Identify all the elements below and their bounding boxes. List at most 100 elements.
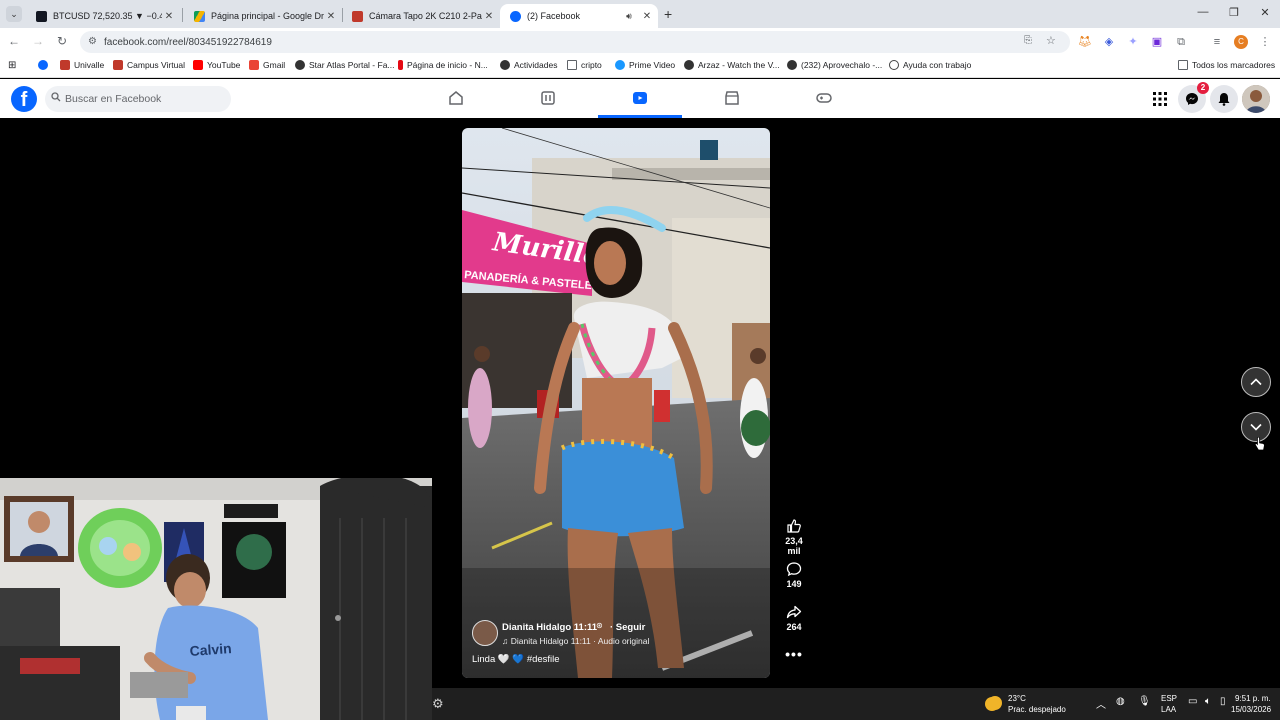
network-icon[interactable]: ▭ [1188, 696, 1197, 707]
more-options-icon[interactable]: ••• [778, 646, 810, 662]
reel-video-frame: Murillo PANADERÍA & PASTELE [462, 128, 770, 678]
forward-button[interactable]: → [30, 34, 46, 48]
back-button[interactable]: ← [6, 34, 22, 48]
bookmark-gmail[interactable]: Gmail [249, 60, 285, 70]
webcam-overlay: Calvin [0, 478, 432, 720]
bookmark-prime-video[interactable]: Prime Video [615, 60, 675, 70]
keyboard-layout[interactable]: LAA [1161, 705, 1176, 714]
new-tab-button[interactable]: + [664, 6, 672, 22]
metamask-icon[interactable]: 🦊︎ [1078, 35, 1092, 49]
tray-chevron-up-icon[interactable]: ︿ [1096, 696, 1106, 711]
bookmark-label: Prime Video [629, 60, 676, 70]
bookmark-folder-cripto[interactable]: cripto [567, 60, 602, 70]
close-icon[interactable]: ✕ [162, 11, 176, 22]
clock-date[interactable]: 15/03/2026 [1231, 705, 1271, 714]
volume-icon[interactable]: 🔈︎ [1205, 696, 1211, 707]
tab-google-drive[interactable]: Página principal - Google Drive ✕ [184, 4, 342, 28]
tab-search-button[interactable]: ⌄ [6, 6, 22, 22]
site-info-icon[interactable]: ⚙ [88, 36, 97, 47]
univalle-icon [60, 60, 70, 70]
thumbs-up-icon [787, 519, 801, 533]
account-avatar[interactable] [1242, 85, 1270, 113]
bookmark-star-atlas[interactable]: Star Atlas Portal - Fa... [295, 60, 395, 70]
nav-marketplace-icon[interactable] [723, 89, 741, 107]
verified-icon: ⊛ [596, 621, 603, 630]
media-controls-icon[interactable]: ≡ [1210, 35, 1224, 49]
extensions-puzzle-icon[interactable]: ⧉ [1174, 35, 1188, 49]
windows-taskbar: ⚙ 23°C Prac. despejado ︿ ◍ 🎙︎ ESP LAA ▭ … [432, 688, 1280, 720]
tab-strip: ⌄ BTCUSD 72,520.35 ▼ −0.43% S ✕ Página p… [0, 0, 1280, 28]
speaker-icon[interactable]: 🔊︎ [622, 11, 636, 22]
weather-condition: Prac. despejado [1008, 705, 1066, 714]
tab-btcusd[interactable]: BTCUSD 72,520.35 ▼ −0.43% S ✕ [26, 4, 180, 28]
close-icon[interactable]: ✕ [640, 11, 654, 22]
battery-icon[interactable]: ▯ [1220, 696, 1226, 707]
extension-wing-icon[interactable]: ✦ [1126, 35, 1140, 49]
weather-temperature: 23°C [1008, 694, 1026, 703]
tradingview-icon [36, 10, 47, 22]
facebook-header: f Buscar en Facebook [0, 79, 1280, 173]
reload-button[interactable]: ↻ [54, 34, 70, 48]
chevron-up-icon [1250, 378, 1262, 386]
nav-feeds-icon[interactable] [539, 89, 557, 107]
facebook-logo[interactable]: f [11, 86, 37, 112]
bookmark-ayuda-trabajo[interactable]: Ayuda con trabajo [889, 60, 971, 70]
author-name[interactable]: Dianita Hidalgo 11:11 [502, 622, 597, 633]
extension-shield-icon[interactable]: ◈ [1102, 35, 1116, 49]
microphone-icon[interactable]: 🎙︎ [1138, 696, 1151, 707]
previous-reel-button[interactable] [1241, 367, 1271, 397]
bookmark-star-icon[interactable]: ☆ [1046, 34, 1056, 47]
follow-link[interactable]: · Seguir [610, 622, 645, 633]
globe-icon [684, 60, 694, 70]
facebook-search-input[interactable]: Buscar en Facebook [45, 86, 231, 112]
all-bookmarks-folder[interactable]: Todos los marcadores [1178, 60, 1275, 70]
clock-time[interactable]: 9:51 p. m. [1235, 694, 1271, 703]
author-avatar[interactable] [472, 620, 498, 646]
like-button[interactable]: 23,4 mil [778, 518, 810, 556]
webcam-feed: Calvin [0, 478, 432, 720]
bookmark-netflix[interactable]: Página de inicio - N... [398, 60, 488, 70]
settings-gear-icon[interactable]: ⚙ [432, 696, 444, 712]
bookmark-facebook[interactable] [38, 60, 52, 70]
language-code[interactable]: ESP [1161, 694, 1177, 703]
weather-icon[interactable] [988, 696, 1002, 710]
nav-gaming-icon[interactable] [815, 89, 833, 107]
bookmark-actividades[interactable]: Actividades [500, 60, 557, 70]
address-bar[interactable]: ⚙ facebook.com/reel/803451922784619 ⎘ ☆ [80, 31, 1070, 53]
bookmark-arzaz[interactable]: Arzaz - Watch the V... [684, 60, 780, 70]
extension-square-icon[interactable]: ▣ [1150, 35, 1164, 49]
active-tab-indicator [598, 115, 682, 118]
bookmark-aprovechalo[interactable]: (232) Aprovechalo -... [787, 60, 882, 70]
nav-video-icon[interactable] [631, 89, 649, 107]
comment-button[interactable]: 149 [778, 561, 810, 589]
profile-avatar[interactable]: C [1234, 35, 1248, 49]
restore-button[interactable]: ❐ [1222, 6, 1246, 19]
apps-grid-icon[interactable]: ⊞ [8, 60, 16, 71]
close-window-button[interactable]: ✕ [1253, 6, 1277, 19]
notifications-bell-icon[interactable] [1210, 85, 1238, 113]
bookmark-univalle[interactable]: Univalle [60, 60, 104, 70]
google-drive-icon [194, 10, 205, 22]
install-icon[interactable]: ⎘ [1024, 35, 1032, 46]
url-text: facebook.com/reel/803451922784619 [104, 36, 272, 48]
bookmark-label: cripto [581, 60, 602, 70]
menu-kebab-icon[interactable]: ⋮ [1258, 35, 1272, 49]
minimize-button[interactable]: — [1191, 6, 1215, 18]
tab-label: Cámara Tapo 2K C210 2-Pack W [369, 11, 482, 21]
bookmarks-bar: ⊞ Univalle Campus Virtual YouTube Gmail … [0, 56, 1280, 78]
bookmark-campus-virtual[interactable]: Campus Virtual [113, 60, 185, 70]
close-icon[interactable]: ✕ [482, 11, 496, 22]
bookmark-youtube[interactable]: YouTube [193, 60, 240, 70]
share-button[interactable]: 264 [778, 604, 810, 632]
tray-app-icon[interactable]: ◍ [1116, 696, 1125, 707]
gmail-icon [249, 60, 259, 70]
tab-facebook[interactable]: (2) Facebook 🔊︎ ✕ [500, 4, 658, 28]
reel-video[interactable]: Murillo PANADERÍA & PASTELE Dianita Hida… [462, 128, 770, 678]
close-icon[interactable]: ✕ [324, 11, 338, 22]
bookmark-label: Ayuda con trabajo [903, 60, 972, 70]
audio-track-link[interactable]: ♫ Dianita Hidalgo 11:11 · Audio original [502, 636, 649, 646]
menu-grid-icon[interactable] [1146, 85, 1174, 113]
search-placeholder: Buscar en Facebook [65, 93, 162, 105]
tab-camara-tapo[interactable]: Cámara Tapo 2K C210 2-Pack W ✕ [342, 4, 500, 28]
nav-home-icon[interactable] [447, 89, 465, 107]
